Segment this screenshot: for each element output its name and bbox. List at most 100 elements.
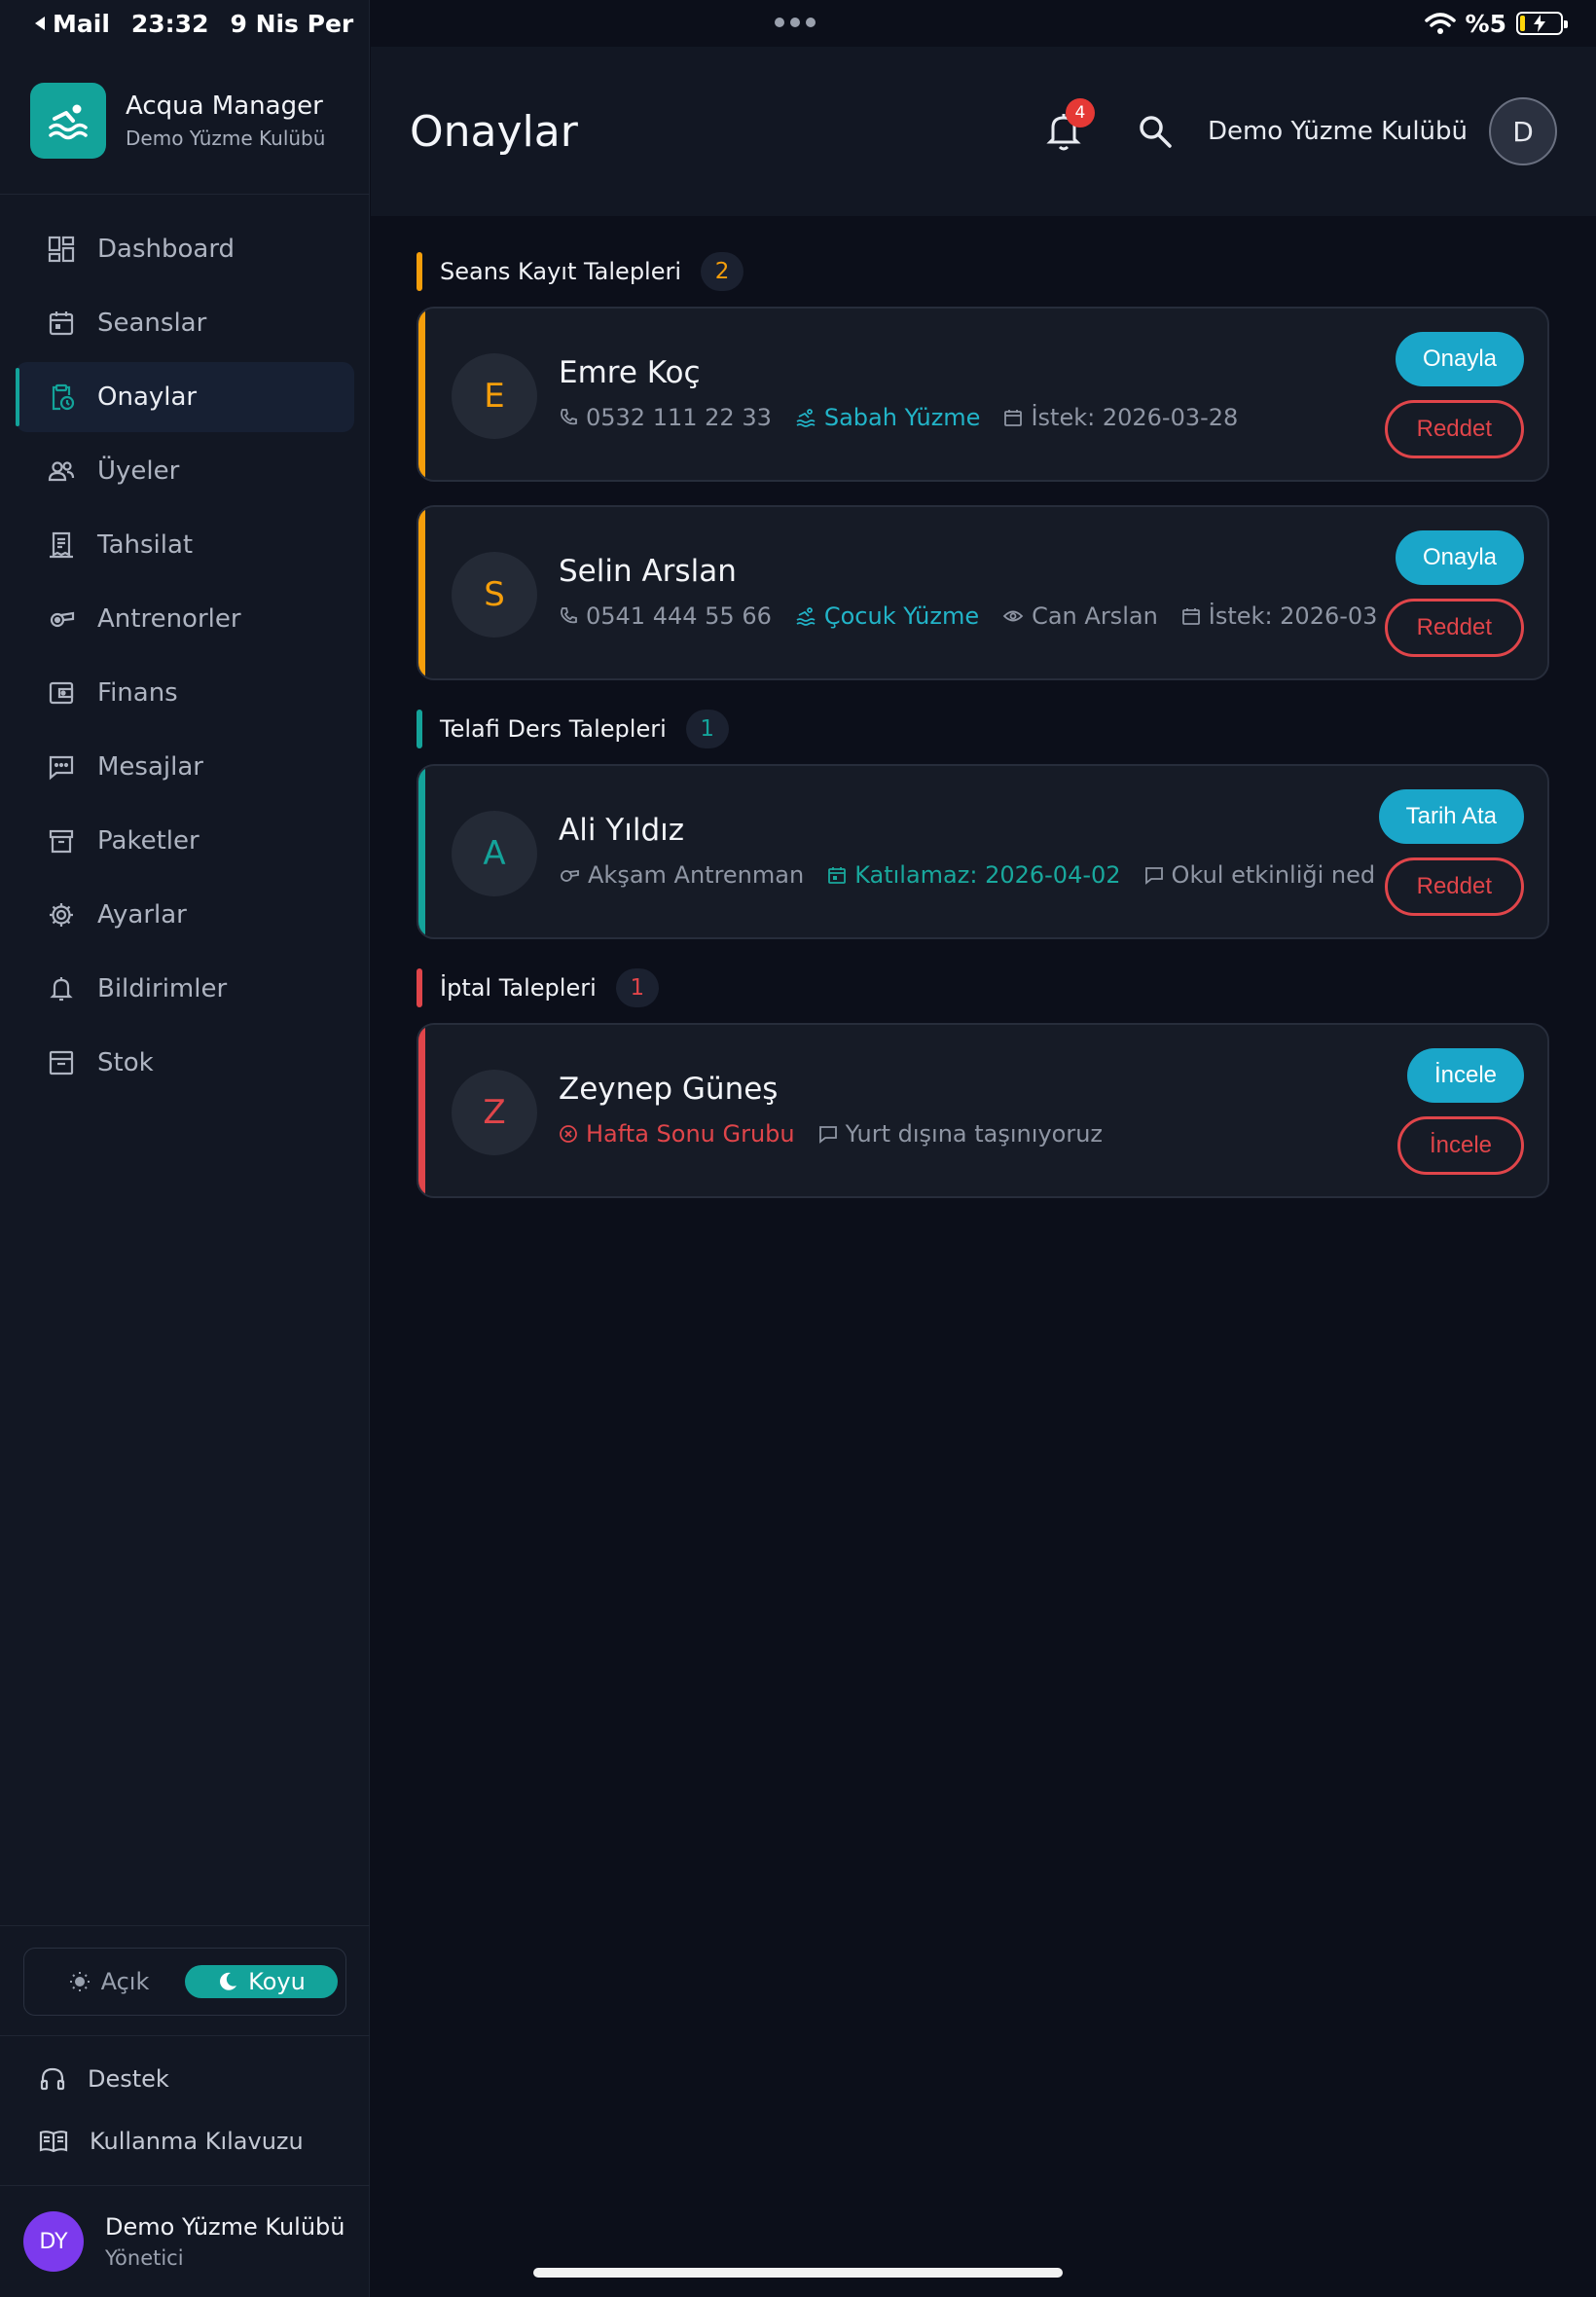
- sidebar-item-label: Stok: [97, 1048, 154, 1077]
- sun-icon: [69, 1972, 90, 1991]
- sidebar-item-label: Üyeler: [97, 456, 180, 486]
- sidebar-item-antrenorler[interactable]: Antrenorler: [16, 584, 354, 654]
- current-user[interactable]: DY Demo Yüzme Kulübü Yönetici: [0, 2185, 370, 2297]
- battery-percent: %5: [1465, 9, 1506, 38]
- sidebar-item-seanslar[interactable]: Seanslar: [16, 288, 354, 358]
- swimmer-icon: [796, 607, 816, 626]
- request-meta: 0541 444 55 66 Çocuk Yüzme Can Arslan İs…: [559, 602, 1376, 630]
- request-card: A Ali Yıldız Akşam Antrenman Katılamaz: …: [417, 764, 1549, 939]
- sidebar-item-label: Seanslar: [97, 309, 207, 338]
- section-count-badge: 1: [615, 968, 659, 1007]
- user-name: Demo Yüzme Kulübü: [105, 2213, 345, 2241]
- approve-button[interactable]: Onayla: [1395, 530, 1524, 585]
- theme-switcher: Açık Koyu: [0, 1925, 370, 2036]
- support-link[interactable]: Destek: [0, 2048, 370, 2110]
- theme-toggle: Açık Koyu: [23, 1948, 346, 2016]
- theme-light-label: Açık: [100, 1968, 150, 1995]
- back-app-label: Mail: [53, 9, 110, 38]
- sidebar-item-uyeler[interactable]: Üyeler: [16, 436, 354, 506]
- member-name: Zeynep Güneş: [559, 1072, 779, 1107]
- sidebar-item-label: Antrenorler: [97, 604, 241, 634]
- request-card: Z Zeynep Güneş Hafta Sonu Grubu Yurt dış…: [417, 1023, 1549, 1198]
- request-date-meta: İstek: 2026-03-2: [1181, 602, 1376, 630]
- avatar: Z: [452, 1070, 537, 1155]
- clipboard-clock-icon: [47, 383, 76, 412]
- session-meta: Çocuk Yüzme: [795, 602, 979, 630]
- back-arrow-icon: [35, 17, 45, 30]
- section-title-label: Telafi Ders Talepleri: [440, 715, 667, 743]
- eye-icon: [1002, 610, 1024, 622]
- sidebar-item-ayarlar[interactable]: Ayarlar: [16, 880, 354, 950]
- user-guide-label: Kullanma Kılavuzu: [90, 2128, 304, 2155]
- reject-button[interactable]: Reddet: [1384, 400, 1524, 458]
- search-icon: [1140, 116, 1172, 148]
- section-title-label: Seans Kayıt Talepleri: [440, 258, 682, 285]
- back-to-app[interactable]: Mail: [33, 10, 110, 38]
- theme-dark-label: Koyu: [248, 1968, 306, 1995]
- review-outline-button[interactable]: İncele: [1396, 1116, 1524, 1175]
- section-session-registration: Seans Kayıt Talepleri 2 E Emre Koç 0532 …: [417, 252, 1549, 680]
- sidebar-item-bildirimler[interactable]: Bildirimler: [16, 954, 354, 1024]
- member-name: Emre Koç: [559, 355, 701, 390]
- status-bar: Mail 23:32 9 Nis Per %5: [0, 0, 1596, 47]
- request-card: E Emre Koç 0532 111 22 33 Sabah Yüzme İs…: [417, 307, 1549, 482]
- cancel-circle-icon: [560, 1125, 577, 1143]
- section-title-label: İptal Talepleri: [440, 974, 597, 1002]
- notifications-button[interactable]: 4: [1044, 98, 1095, 153]
- calendar-icon: [828, 867, 847, 884]
- review-button[interactable]: İncele: [1406, 1048, 1524, 1103]
- home-indicator[interactable]: [533, 2268, 1063, 2278]
- sidebar-item-finans[interactable]: Finans: [16, 658, 354, 728]
- sidebar-item-mesajlar[interactable]: Mesajlar: [16, 732, 354, 802]
- multitasking-dots[interactable]: [775, 18, 816, 27]
- brand-name: Acqua Manager: [126, 91, 323, 121]
- wallet-icon: [47, 678, 76, 708]
- search-button[interactable]: [1136, 112, 1175, 151]
- theme-light-option[interactable]: Açık: [32, 1965, 185, 1998]
- parent-meta: Can Arslan: [1002, 602, 1158, 630]
- phone-meta: 0532 111 22 33: [559, 404, 772, 431]
- box-icon: [47, 1048, 76, 1077]
- book-icon: [39, 2131, 68, 2153]
- section-count-badge: 1: [685, 710, 729, 748]
- comment-icon: [1144, 867, 1163, 885]
- approve-button[interactable]: Onayla: [1395, 332, 1524, 386]
- swimmer-logo-icon: [30, 82, 106, 159]
- reject-button[interactable]: Reddet: [1384, 599, 1524, 657]
- message-icon: [47, 752, 76, 782]
- whistle-icon: [47, 604, 76, 634]
- avatar: S: [452, 552, 537, 638]
- avatar: E: [452, 353, 537, 439]
- sidebar-item-onaylar[interactable]: Onaylar: [16, 362, 354, 432]
- note-meta: Okul etkinliği neden: [1144, 861, 1376, 889]
- sidebar-item-paketler[interactable]: Paketler: [16, 806, 354, 876]
- gear-icon: [47, 900, 76, 930]
- request-meta: Hafta Sonu Grubu Yurt dışına taşınıyoruz: [559, 1120, 1103, 1148]
- phone-icon: [561, 409, 577, 425]
- club-name[interactable]: Demo Yüzme Kulübü: [1208, 117, 1468, 146]
- sidebar-item-label: Finans: [97, 678, 178, 708]
- user-guide-link[interactable]: Kullanma Kılavuzu: [0, 2110, 370, 2172]
- brand[interactable]: Acqua Manager Demo Yüzme Kulübü: [0, 47, 370, 195]
- club-avatar[interactable]: D: [1489, 97, 1557, 165]
- whistle-icon: [561, 869, 579, 882]
- theme-dark-option[interactable]: Koyu: [185, 1965, 338, 1998]
- sidebar-item-dashboard[interactable]: Dashboard: [16, 214, 354, 284]
- absent-date-meta: Katılamaz: 2026-04-02: [827, 861, 1121, 889]
- request-card: S Selin Arslan 0541 444 55 66 Çocuk Yüzm…: [417, 505, 1549, 680]
- section-title: Seans Kayıt Talepleri 2: [417, 252, 1549, 291]
- member-name: Selin Arslan: [559, 554, 737, 589]
- moon-icon: [220, 1972, 237, 1990]
- sidebar-item-stok[interactable]: Stok: [16, 1028, 354, 1098]
- top-header: Onaylar 4 Demo Yüzme Kulübü D: [371, 47, 1596, 216]
- reject-button[interactable]: Reddet: [1384, 857, 1524, 916]
- sidebar-item-tahsilat[interactable]: Tahsilat: [16, 510, 354, 580]
- section-title: Telafi Ders Talepleri 1: [417, 710, 1549, 748]
- request-meta: 0532 111 22 33 Sabah Yüzme İstek: 2026-0…: [559, 404, 1238, 431]
- date: 9 Nis Per: [230, 9, 354, 38]
- brand-subtitle: Demo Yüzme Kulübü: [126, 126, 326, 150]
- sidebar-item-label: Onaylar: [97, 383, 198, 412]
- support-label: Destek: [88, 2065, 169, 2093]
- note-meta: Yurt dışına taşınıyoruz: [818, 1120, 1103, 1148]
- assign-date-button[interactable]: Tarih Ata: [1378, 789, 1524, 844]
